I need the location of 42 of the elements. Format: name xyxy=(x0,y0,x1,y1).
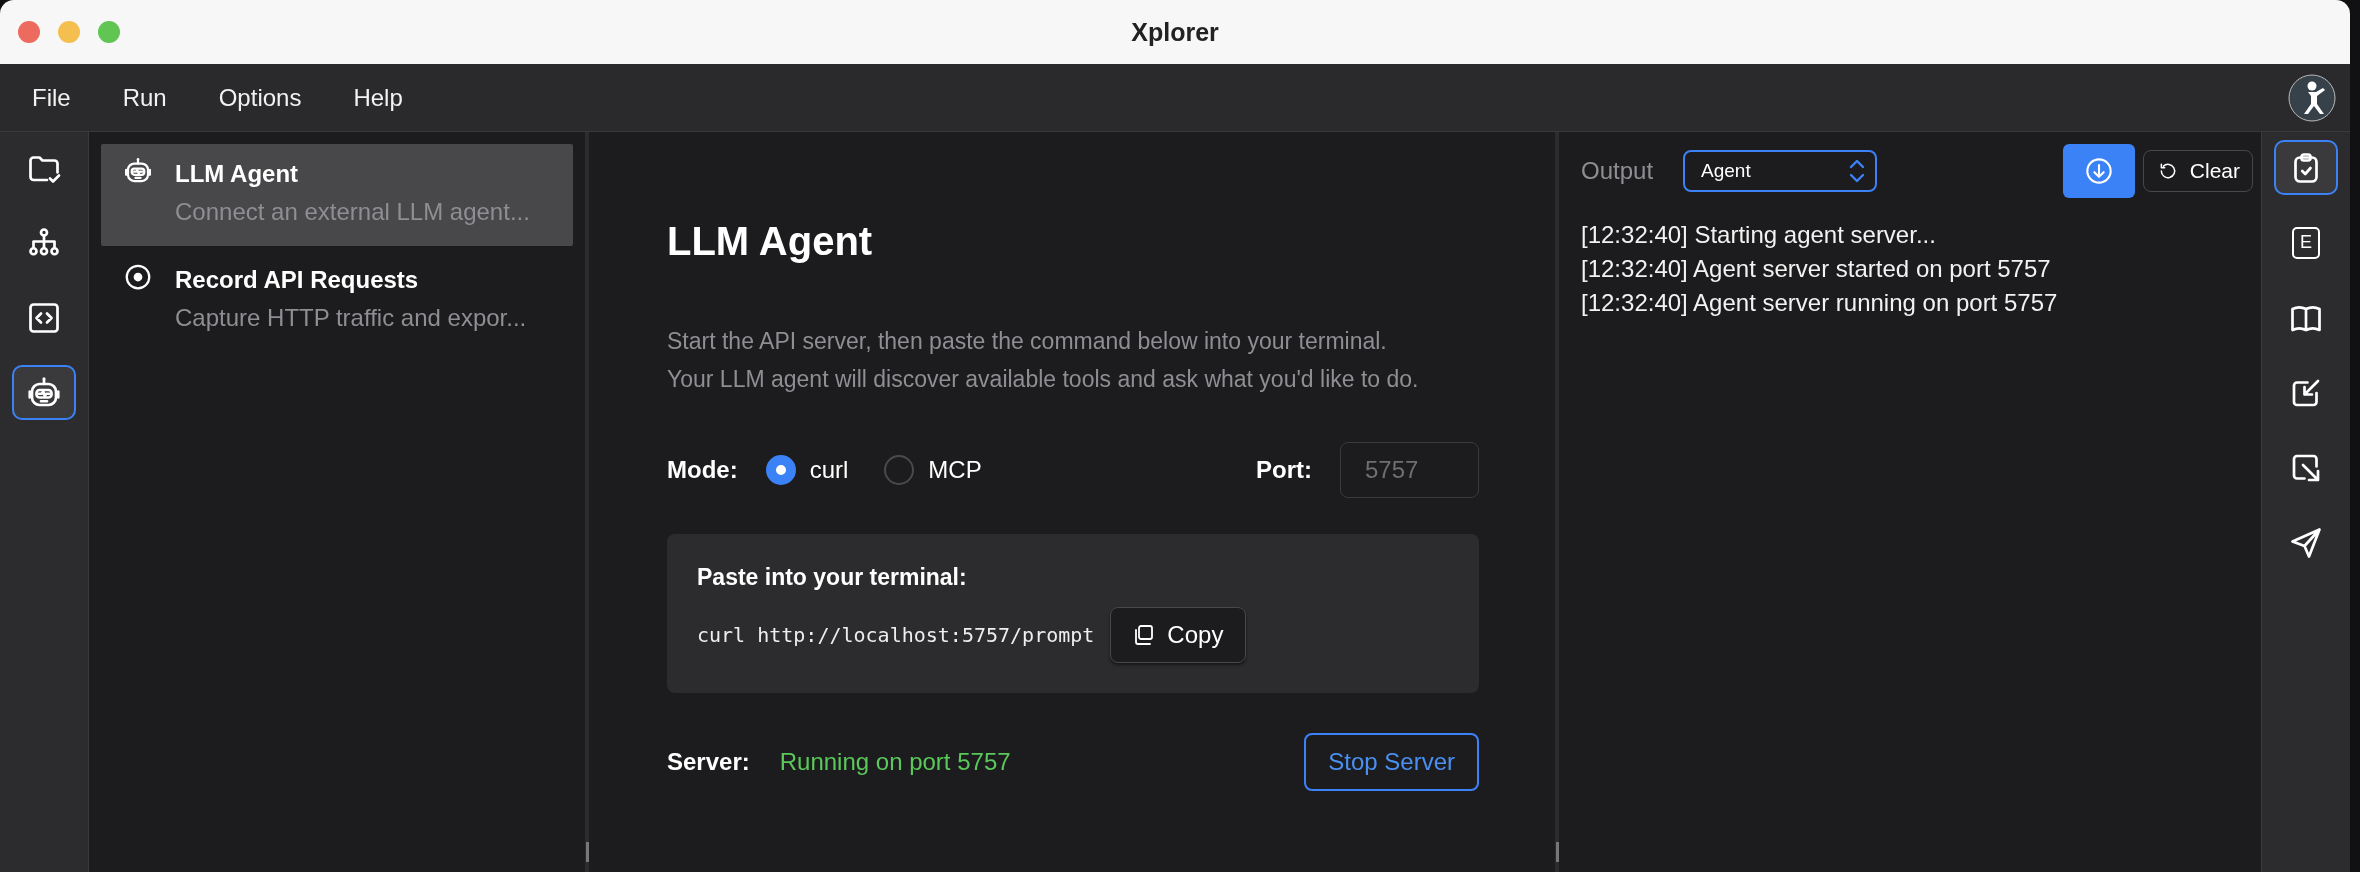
feature-item[interactable]: LLM Agent Connect an external LLM agent... xyxy=(101,144,573,246)
close-button[interactable] xyxy=(18,21,40,43)
menu-item[interactable]: Run xyxy=(122,83,167,112)
log-line: [12:32:40] Agent server started on port 5757 xyxy=(1581,254,2052,284)
splitter-handle[interactable] xyxy=(1555,842,1559,862)
feature-item[interactable]: Record API Requests Capture HTTP traffic and expor... xyxy=(101,250,573,352)
download-icon xyxy=(2084,157,2113,185)
record-icon xyxy=(123,262,153,292)
output-label: Output xyxy=(1581,157,1654,185)
radio-option[interactable]: curl xyxy=(765,455,849,485)
server-status: Running on port 5757 xyxy=(779,748,1011,776)
mode-label: Mode: xyxy=(667,456,738,484)
panel-title: LLM Agent xyxy=(667,218,874,265)
menu-item[interactable]: File xyxy=(32,83,71,112)
splitter-handle[interactable] xyxy=(585,842,589,862)
feature-title: Record API Requests xyxy=(175,265,420,295)
copy-button[interactable]: Copy xyxy=(1110,607,1247,663)
log-line: [12:32:40] Agent server running on port 5757 xyxy=(1581,288,2059,318)
menu-item[interactable]: Help xyxy=(353,83,403,112)
port-label: Port: xyxy=(1256,456,1312,484)
stop-server-button[interactable]: Stop Server xyxy=(1304,733,1479,791)
download-button[interactable] xyxy=(2062,144,2135,198)
command-heading: Paste into your terminal: xyxy=(697,564,968,591)
command-text: curl http://localhost:5757/prompt xyxy=(697,623,1095,647)
feature-title: LLM Agent xyxy=(175,159,300,189)
window-title: Xplorer xyxy=(1131,17,1219,47)
radio-option[interactable]: MCP xyxy=(884,455,982,485)
rail-button[interactable]: E xyxy=(2274,215,2338,270)
menu-item[interactable]: Options xyxy=(218,83,302,112)
feature-description: Connect an external LLM agent... xyxy=(175,197,530,227)
description-text: Your LLM agent will discover available tools and ask what you'd like to do. xyxy=(667,365,1420,394)
server-label: Server: xyxy=(667,748,750,776)
avatar-icon[interactable] xyxy=(2288,73,2336,122)
rail-button[interactable] xyxy=(2274,140,2338,195)
description-text: Start the API server, then paste the command below into your terminal. xyxy=(667,327,1388,356)
updown-chevron-icon xyxy=(1849,159,1866,183)
source-select[interactable]: Agent xyxy=(1683,150,1878,192)
feature-description: Capture HTTP traffic and expor... xyxy=(175,303,527,333)
clear-button[interactable]: Clear xyxy=(2142,150,2253,192)
log-line: [12:32:40] Starting agent server... xyxy=(1581,220,1937,250)
rail-button[interactable] xyxy=(12,365,76,420)
port-field[interactable]: 5757 xyxy=(1340,442,1479,498)
